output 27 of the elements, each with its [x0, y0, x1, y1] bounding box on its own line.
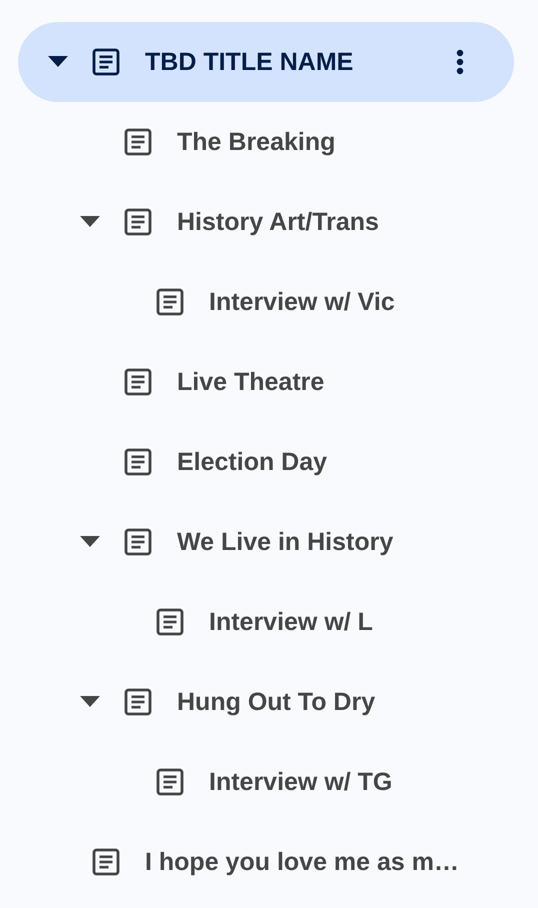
- document-icon: [124, 688, 152, 716]
- tree-item[interactable]: Interview w/ TG: [18, 742, 514, 822]
- more-icon[interactable]: [456, 49, 464, 75]
- document-icon: [124, 208, 152, 236]
- caret-icon[interactable]: [80, 696, 100, 708]
- tree-item[interactable]: TBD TITLE NAME: [18, 22, 514, 102]
- tree-item[interactable]: Election Day: [18, 422, 514, 502]
- tree-item[interactable]: Hung Out To Dry: [18, 662, 514, 742]
- caret-icon[interactable]: [80, 216, 100, 228]
- tree-item[interactable]: I hope you love me as m…: [18, 822, 514, 902]
- document-icon: [124, 368, 152, 396]
- document-icon: [124, 128, 152, 156]
- tree-item[interactable]: Interview w/ Vic: [18, 262, 514, 342]
- caret-icon[interactable]: [48, 56, 68, 68]
- document-icon: [156, 768, 184, 796]
- caret-icon[interactable]: [80, 536, 100, 548]
- document-icon: [156, 288, 184, 316]
- tree-item[interactable]: The Breaking: [18, 102, 514, 182]
- tree-item[interactable]: Interview w/ L: [18, 582, 514, 662]
- tree-item[interactable]: History Art/Trans: [18, 182, 514, 262]
- document-icon: [92, 848, 120, 876]
- document-icon: [124, 448, 152, 476]
- document-icon: [156, 608, 184, 636]
- tree-item[interactable]: We Live in History: [18, 502, 514, 582]
- document-icon: [124, 528, 152, 556]
- tree-item[interactable]: Live Theatre: [18, 342, 514, 422]
- document-icon: [92, 48, 120, 76]
